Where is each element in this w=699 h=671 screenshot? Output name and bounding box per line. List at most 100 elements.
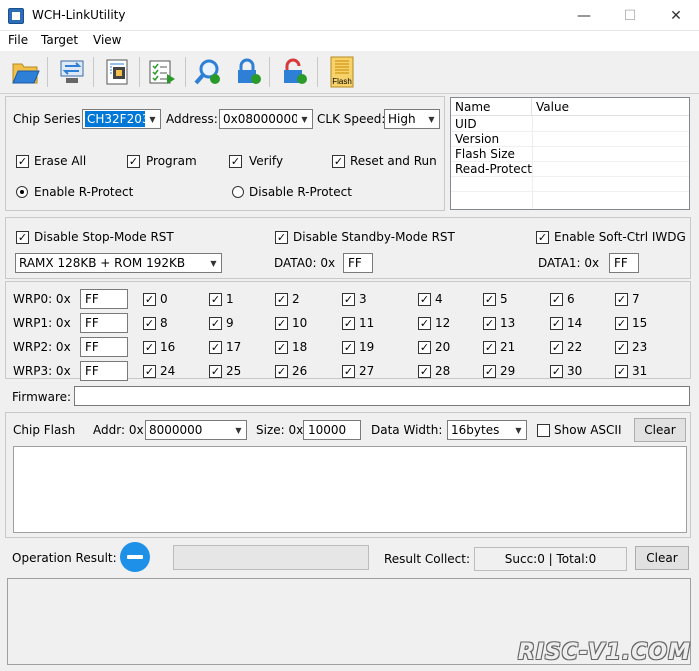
column-header-value[interactable]: Value xyxy=(532,98,689,116)
table-row[interactable]: Version xyxy=(451,132,689,147)
wrp-bit-label: 7 xyxy=(632,292,640,306)
table-row[interactable]: Read-Protect xyxy=(451,162,689,177)
wrp-bit-checkbox[interactable]: ✓ xyxy=(483,341,496,354)
checklist-run-icon[interactable] xyxy=(145,55,179,89)
wrp-bit-checkbox[interactable]: ✓ xyxy=(209,293,222,306)
chip-info-icon[interactable] xyxy=(101,55,135,89)
wrp-bit-checkbox[interactable]: ✓ xyxy=(143,293,156,306)
wrp-bit-checkbox[interactable]: ✓ xyxy=(209,365,222,378)
clk-speed-value: High xyxy=(388,112,416,126)
clk-speed-select[interactable]: High ▼ xyxy=(384,109,440,129)
open-folder-icon[interactable] xyxy=(9,55,43,89)
watermark: RISC-V1.COM xyxy=(517,640,691,665)
wrp-bit-checkbox[interactable]: ✓ xyxy=(615,365,628,378)
search-icon[interactable] xyxy=(191,55,225,89)
wrp-bit-label: 1 xyxy=(226,292,234,306)
flash-icon[interactable]: Flash xyxy=(325,55,359,89)
column-header-name[interactable]: Name xyxy=(451,98,532,116)
wrp-bit-checkbox[interactable]: ✓ xyxy=(550,317,563,330)
chevron-down-icon: ▼ xyxy=(515,425,522,435)
wrp-bit-label: 23 xyxy=(632,340,648,354)
wrp-value-input[interactable]: FF xyxy=(80,337,128,357)
maximize-button[interactable]: ☐ xyxy=(607,0,653,31)
disable-rprotect-radio[interactable] xyxy=(232,186,244,198)
minimize-button[interactable]: — xyxy=(561,0,607,31)
wrp-bit-checkbox[interactable]: ✓ xyxy=(275,293,288,306)
flash-clear-button[interactable]: Clear xyxy=(634,418,686,442)
disable-standby-rst-checkbox[interactable]: ✓ xyxy=(275,231,288,244)
disable-stop-rst-label: Disable Stop-Mode RST xyxy=(34,230,174,244)
reset-run-checkbox[interactable]: ✓ xyxy=(332,155,345,168)
table-row[interactable] xyxy=(451,177,689,192)
wrp-bit-label: 22 xyxy=(567,340,583,354)
wrp-bit-checkbox[interactable]: ✓ xyxy=(275,317,288,330)
disable-standby-rst-label: Disable Standby-Mode RST xyxy=(293,230,455,244)
menu-file[interactable]: File xyxy=(8,33,28,47)
table-row[interactable]: Flash Size xyxy=(451,147,689,162)
wrp-bit-checkbox[interactable]: ✓ xyxy=(342,365,355,378)
wrp-bit-checkbox[interactable]: ✓ xyxy=(342,341,355,354)
wrp-bit-checkbox[interactable]: ✓ xyxy=(483,317,496,330)
connect-icon[interactable] xyxy=(55,55,89,89)
wrp-bit-checkbox[interactable]: ✓ xyxy=(209,317,222,330)
chip-series-value: CH32F203 xyxy=(85,111,145,127)
erase-all-checkbox[interactable]: ✓ xyxy=(16,155,29,168)
wrp-bit-checkbox[interactable]: ✓ xyxy=(143,341,156,354)
unlock-icon[interactable] xyxy=(277,55,311,89)
enable-rprotect-radio[interactable] xyxy=(16,186,28,198)
memory-config-select[interactable]: RAMX 128KB + ROM 192KB ▼ xyxy=(15,253,222,273)
wrp-bit-checkbox[interactable]: ✓ xyxy=(275,365,288,378)
result-clear-button[interactable]: Clear xyxy=(635,546,689,570)
chip-flash-panel: Chip Flash Addr: 0x 8000000 ▼ Size: 0x 10… xyxy=(5,412,691,538)
wrp-bit-checkbox[interactable]: ✓ xyxy=(615,293,628,306)
wrp-bit-checkbox[interactable]: ✓ xyxy=(550,293,563,306)
wrp-bit-checkbox[interactable]: ✓ xyxy=(418,293,431,306)
wrp-bit-label: 8 xyxy=(160,316,168,330)
table-row[interactable]: UID xyxy=(451,117,689,132)
data0-input[interactable]: FF xyxy=(343,253,373,273)
wrp-bit-checkbox[interactable]: ✓ xyxy=(275,341,288,354)
wrp-bit-checkbox[interactable]: ✓ xyxy=(209,341,222,354)
flash-data-view[interactable] xyxy=(13,446,687,533)
data-width-select[interactable]: 16bytes ▼ xyxy=(447,420,527,440)
address-select[interactable]: 0x08000000 ▼ xyxy=(219,109,313,129)
disable-stop-rst-checkbox[interactable]: ✓ xyxy=(16,231,29,244)
chip-series-select[interactable]: CH32F203 ▼ xyxy=(82,109,161,129)
menu-target[interactable]: Target xyxy=(41,33,78,47)
wrp-bit-checkbox[interactable]: ✓ xyxy=(615,317,628,330)
wrp-value-input[interactable]: FF xyxy=(80,313,128,333)
wrp-value-input[interactable]: FF xyxy=(80,289,128,309)
wrp-bit-checkbox[interactable]: ✓ xyxy=(615,341,628,354)
address-value: 0x08000000 xyxy=(223,112,297,126)
chip-info-table[interactable]: Name Value UID Version Flash Size Read-P… xyxy=(450,97,690,210)
progress-bar xyxy=(173,545,369,570)
enable-iwdg-checkbox[interactable]: ✓ xyxy=(536,231,549,244)
data1-input[interactable]: FF xyxy=(609,253,639,273)
wrp-bit-checkbox[interactable]: ✓ xyxy=(550,365,563,378)
show-ascii-checkbox[interactable] xyxy=(537,424,550,437)
data0-label: DATA0: 0x xyxy=(274,256,336,270)
flash-size-input[interactable]: 10000 xyxy=(303,420,361,440)
lock-icon[interactable] xyxy=(231,55,265,89)
wrp-bit-checkbox[interactable]: ✓ xyxy=(483,365,496,378)
program-checkbox[interactable]: ✓ xyxy=(127,155,140,168)
firmware-path-input[interactable] xyxy=(74,386,690,406)
wrp-bit-checkbox[interactable]: ✓ xyxy=(550,341,563,354)
operation-result-label: Operation Result: xyxy=(12,551,117,565)
flash-addr-select[interactable]: 8000000 ▼ xyxy=(145,420,247,440)
wrp-bit-label: 31 xyxy=(632,364,648,378)
chip-series-label: Chip Series: xyxy=(13,112,85,126)
program-label: Program xyxy=(146,154,197,168)
wrp-bit-checkbox[interactable]: ✓ xyxy=(483,293,496,306)
wrp-bit-checkbox[interactable]: ✓ xyxy=(418,341,431,354)
verify-checkbox[interactable]: ✓ xyxy=(229,155,242,168)
wrp-bit-checkbox[interactable]: ✓ xyxy=(143,317,156,330)
wrp-bit-checkbox[interactable]: ✓ xyxy=(342,293,355,306)
wrp-bit-checkbox[interactable]: ✓ xyxy=(418,317,431,330)
wrp-bit-checkbox[interactable]: ✓ xyxy=(342,317,355,330)
close-button[interactable]: ✕ xyxy=(653,0,699,31)
wrp-bit-checkbox[interactable]: ✓ xyxy=(418,365,431,378)
menu-view[interactable]: View xyxy=(93,33,121,47)
wrp-bit-checkbox[interactable]: ✓ xyxy=(143,365,156,378)
wrp-value-input[interactable]: FF xyxy=(80,361,128,381)
